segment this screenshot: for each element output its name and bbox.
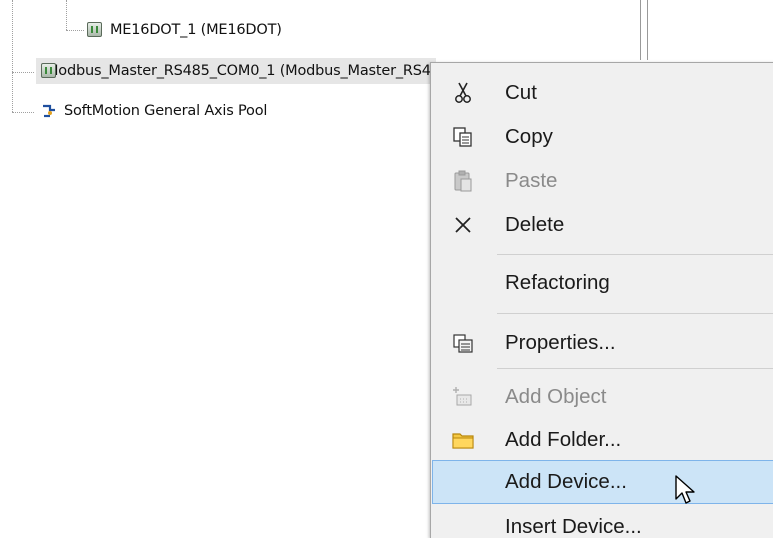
- tree-connector: [66, 30, 84, 31]
- menu-item-paste[interactable]: Paste: [433, 159, 773, 202]
- tree-connector: [66, 0, 67, 30]
- context-menu: Cut Copy Paste: [430, 62, 773, 538]
- menu-item-label: Properties...: [505, 331, 616, 355]
- menu-item-add-folder[interactable]: Add Folder...: [433, 418, 773, 461]
- menu-icon-placeholder: [433, 461, 493, 503]
- menu-separator: [497, 368, 773, 369]
- menu-item-label: Insert Device...: [505, 515, 642, 538]
- tree-node-label: SoftMotion General Axis Pool: [64, 103, 267, 119]
- menu-item-label: Cut: [505, 81, 537, 105]
- menu-item-add-object[interactable]: Add Object: [433, 375, 773, 418]
- menu-icon-placeholder: [433, 261, 493, 304]
- tree-connector: [12, 0, 13, 112]
- tree-connector: [12, 112, 34, 113]
- tree-node-softmotion-axis-pool[interactable]: SoftMotion General Axis Pool: [36, 98, 267, 124]
- tree-node-label: Modbus_Master_RS485_COM0_1 (Modbus_Maste…: [46, 63, 456, 79]
- mouse-cursor-icon: [674, 474, 704, 510]
- axis-pool-icon: [40, 102, 58, 120]
- menu-separator: [497, 254, 773, 255]
- menu-item-properties[interactable]: Properties...: [433, 321, 773, 364]
- tree-node-label: ME16DOT_1 (ME16DOT): [110, 22, 282, 38]
- delete-x-icon: [433, 203, 493, 246]
- scissors-icon: [433, 71, 493, 114]
- menu-item-label: Add Object: [505, 385, 606, 409]
- menu-item-label: Copy: [505, 125, 553, 149]
- menu-item-delete[interactable]: Delete: [433, 203, 773, 246]
- menu-item-label: Add Folder...: [505, 428, 621, 452]
- menu-separator: [497, 313, 773, 314]
- folder-icon: [433, 418, 493, 461]
- menu-icon-placeholder: [433, 505, 493, 538]
- properties-icon: [433, 321, 493, 364]
- menu-item-label: Add Device...: [505, 470, 627, 494]
- menu-item-refactoring[interactable]: Refactoring: [433, 261, 773, 304]
- tree-node-me16dot[interactable]: ME16DOT_1 (ME16DOT): [86, 17, 282, 43]
- menu-item-cut[interactable]: Cut: [433, 71, 773, 114]
- menu-item-insert-device[interactable]: Insert Device...: [433, 505, 773, 538]
- panel-splitter[interactable]: [640, 0, 648, 60]
- paste-icon: [433, 159, 493, 202]
- menu-item-label: Refactoring: [505, 271, 610, 295]
- menu-item-add-device[interactable]: Add Device...: [432, 460, 773, 504]
- menu-item-copy[interactable]: Copy: [433, 115, 773, 158]
- menu-item-label: Paste: [505, 169, 557, 193]
- menu-item-label: Delete: [505, 213, 564, 237]
- add-object-icon: [433, 375, 493, 418]
- tree-connector: [12, 72, 34, 73]
- tree-node-modbus-master[interactable]: Modbus_Master_RS485_COM0_1 (Modbus_Maste…: [36, 58, 436, 84]
- device-module-icon: [86, 21, 104, 39]
- copy-icon: [433, 115, 493, 158]
